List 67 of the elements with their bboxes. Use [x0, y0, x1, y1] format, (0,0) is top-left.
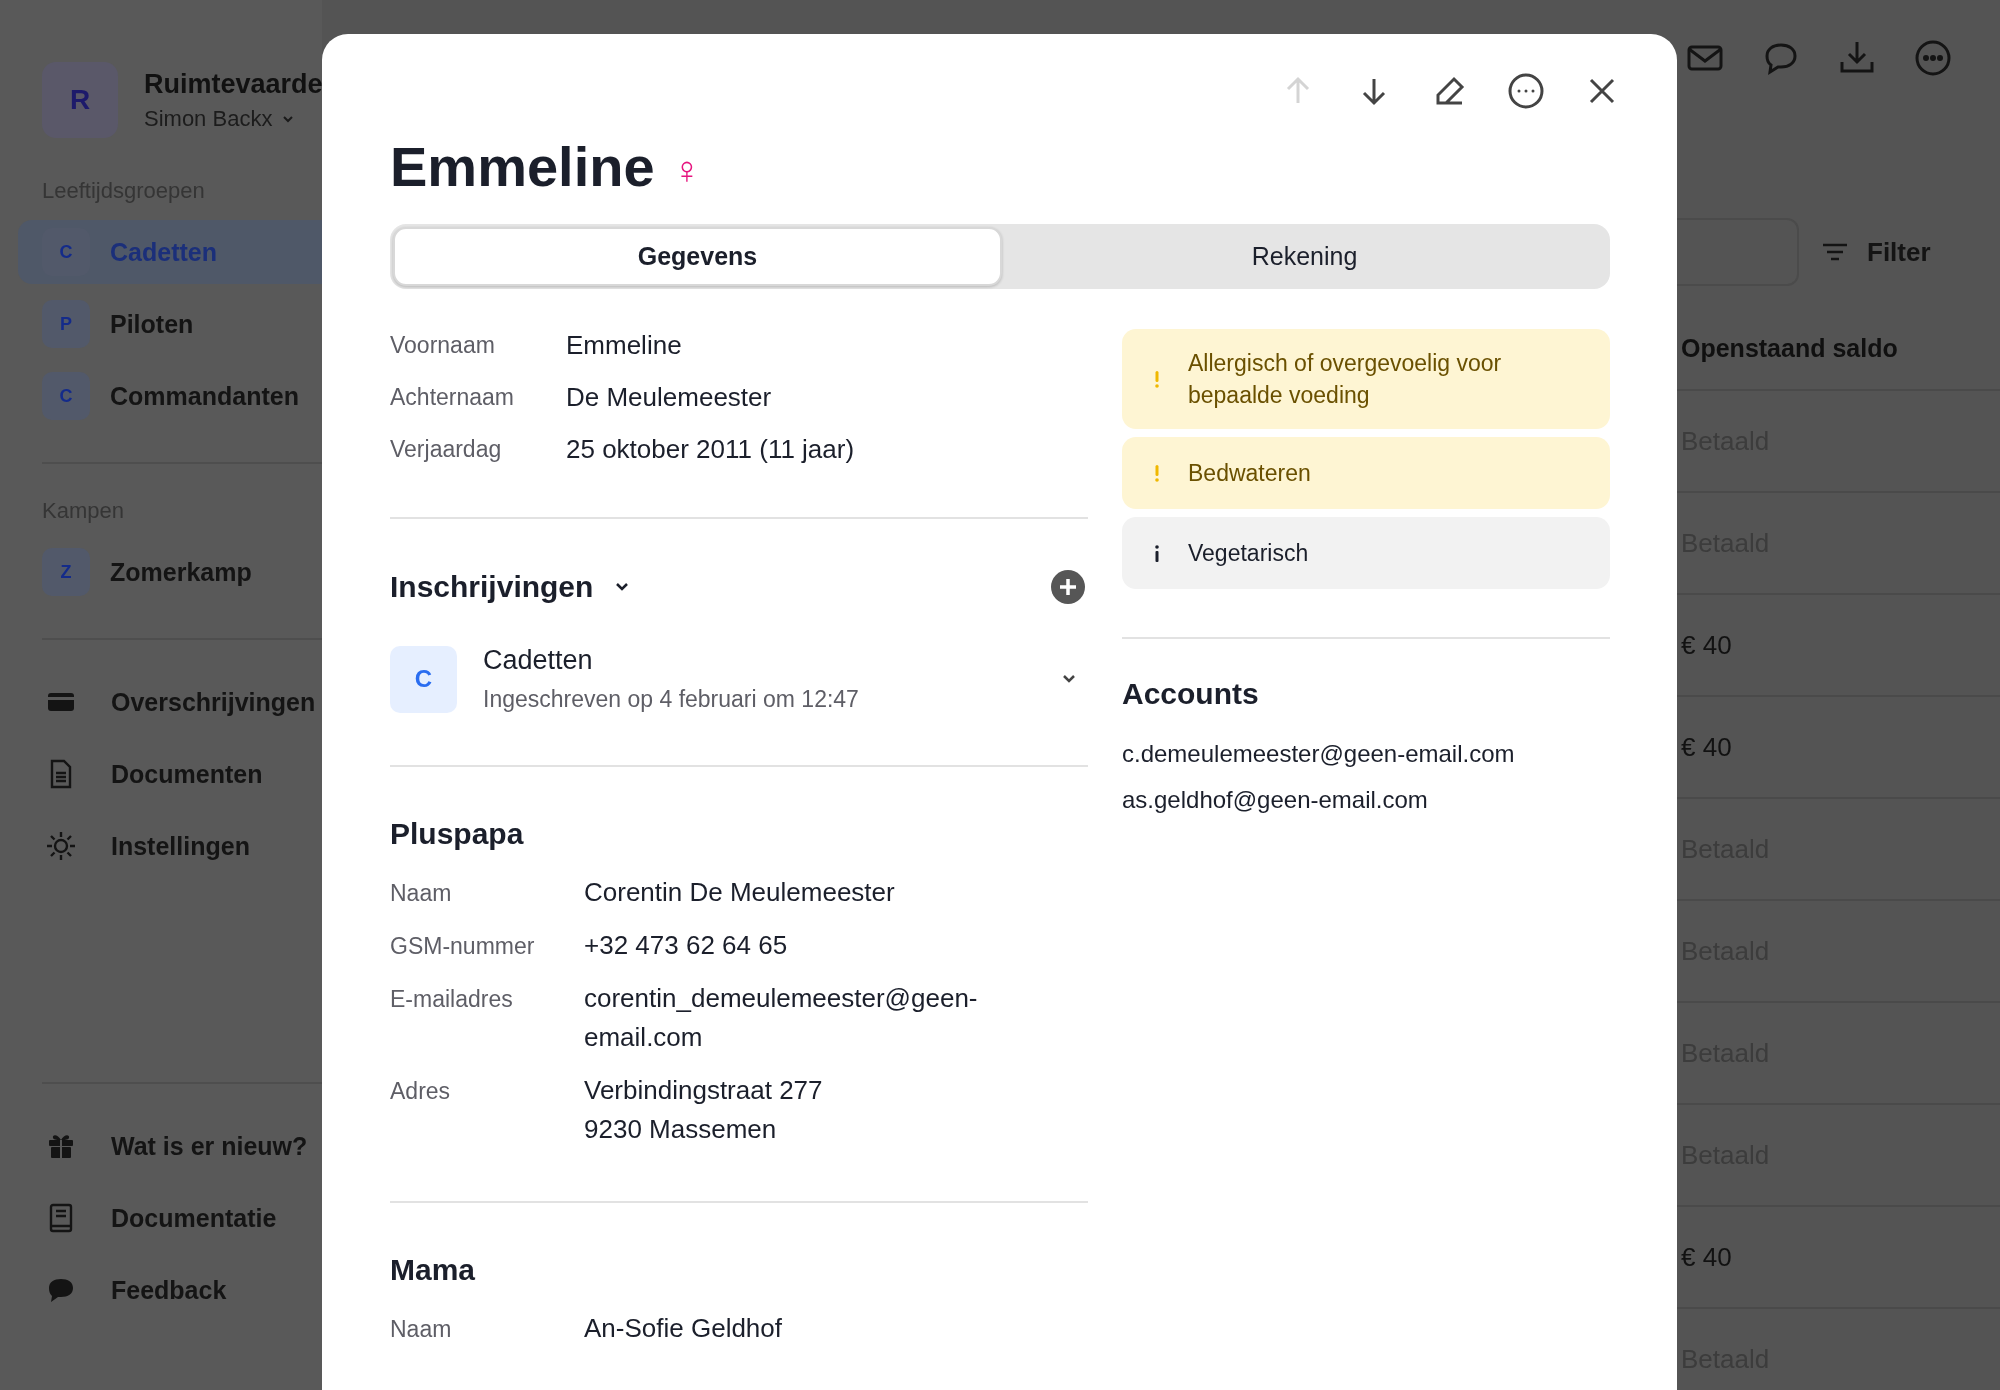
table-cell: € 40 — [1681, 731, 1732, 763]
account-email: c.demeulemeester@geen-email.com — [1122, 739, 1515, 769]
tab[interactable]: Rekening — [1002, 227, 1607, 286]
gender-symbol: ♀ — [672, 150, 702, 190]
field-value: 25 oktober 2011 (11 jaar) — [566, 433, 856, 465]
group-initial: P — [42, 300, 90, 348]
user-menu[interactable]: Simon Backx — [144, 105, 295, 132]
field-value: corentin_demeulemeester@geen-email.com — [584, 982, 979, 1054]
sidebar-item-label: Piloten — [110, 309, 194, 339]
note-text: Allergisch of overgevoelig voor bepaalde voeding — [1188, 349, 1503, 410]
dialog-title: Emmeline — [390, 134, 655, 200]
field-label: Adres — [390, 1077, 452, 1106]
column-header: Openstaand saldo — [1677, 286, 2000, 391]
sidebar-item[interactable]: Z Zomerkamp — [18, 540, 322, 604]
group-initial: Z — [42, 548, 90, 596]
field-value: Verbindingstraat 277 9230 Massemen — [584, 1074, 824, 1146]
sidebar-link[interactable]: Overschrijvingen — [0, 674, 322, 730]
info-icon — [1154, 543, 1160, 563]
field-value: +32 473 62 64 65 — [584, 929, 789, 962]
sidebar-item[interactable]: P Piloten — [18, 292, 322, 356]
search-field[interactable] — [1677, 218, 1799, 286]
sidebar-link[interactable]: Feedback — [0, 1262, 322, 1318]
field-label: Naam — [390, 879, 453, 908]
field-value: An-Sofie Geldhof — [584, 1312, 783, 1345]
add-icon[interactable] — [1050, 569, 1086, 605]
field-label: GSM-nummer — [390, 932, 536, 961]
caret-icon — [1062, 674, 1076, 684]
field-label: Naam — [390, 1315, 453, 1344]
account-email: as.geldhof@geen-email.com — [1122, 785, 1428, 815]
field-value: Emmeline — [566, 329, 683, 361]
more-icon — [1506, 71, 1546, 111]
tab[interactable]: Gegevens — [393, 227, 1002, 286]
sidebar-link[interactable]: Wat is er nieuw? — [0, 1118, 322, 1174]
field-value: Corentin De Meulemeester — [584, 876, 896, 909]
sidebar-link[interactable]: Documenten — [0, 746, 322, 802]
sidebar-item-label: Zomerkamp — [110, 557, 252, 587]
sidebar-item-label: Commandanten — [110, 381, 299, 411]
note-text: Vegetarisch — [1188, 539, 1309, 568]
organization-logo: R — [42, 62, 118, 138]
field-value: De Meulemeester — [566, 381, 773, 413]
filter-button[interactable]: Filter — [1821, 236, 1931, 268]
section-title: Pluspapa — [390, 817, 525, 851]
table-cell: € 40 — [1681, 629, 1732, 661]
filter-icon — [1821, 242, 1849, 262]
more-icon[interactable] — [1913, 38, 1953, 78]
warning-icon — [1154, 369, 1160, 389]
sidebar-link[interactable]: Documentatie — [0, 1190, 322, 1246]
field-label: Voornaam — [390, 331, 496, 360]
caret-icon — [615, 582, 630, 592]
sidebar-item[interactable]: C Commandanten — [18, 364, 322, 428]
group-name: Cadetten — [483, 645, 594, 676]
section-title: Mama — [390, 1253, 477, 1287]
group-initial: C — [42, 372, 90, 420]
field-label: Verjaardag — [390, 435, 503, 464]
section-toggle[interactable]: Inschrijvingen — [390, 570, 630, 604]
registration-item[interactable]: C Cadetten Ingeschreven op 4 februari om 12:47 — [390, 645, 1088, 713]
note-text: Bedwateren — [1188, 459, 1311, 488]
table-cell: € 40 — [1681, 1241, 1732, 1273]
warning-icon — [1154, 463, 1160, 483]
field-label: Achternaam — [390, 383, 515, 412]
group-initial: C — [390, 645, 457, 713]
section-title: Accounts — [1122, 677, 1260, 711]
sidebar-link[interactable]: Instellingen — [0, 818, 322, 874]
organization-name: Ruimtevaarde — [144, 68, 322, 100]
field-label: E-mailadres — [390, 985, 514, 1014]
registration-date: Ingeschreven op 4 februari om 12:47 — [483, 686, 860, 713]
caret-icon — [282, 114, 295, 123]
